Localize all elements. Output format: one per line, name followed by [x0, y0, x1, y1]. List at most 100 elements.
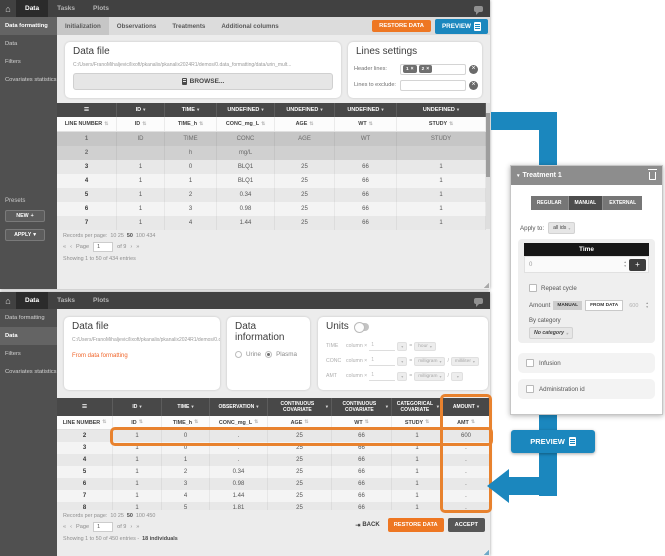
browse-button[interactable]: BROWSE...	[73, 73, 333, 90]
sort-icon[interactable]: ⇅	[261, 122, 265, 127]
prev-page-icon[interactable]: ‹	[70, 524, 72, 530]
administration-id-checkbox[interactable]	[526, 385, 534, 393]
sort-icon[interactable]: ⇅	[199, 122, 203, 127]
table-row[interactable]: 2hmg/L	[57, 146, 486, 160]
next-page-icon[interactable]: ›	[130, 244, 132, 250]
prev-page-icon[interactable]: ‹	[70, 244, 72, 250]
column-type-id[interactable]: ID▾	[117, 103, 165, 117]
last-page-icon[interactable]: »	[136, 524, 139, 530]
table-row[interactable]: 411BLQ125661	[57, 174, 486, 188]
sort-icon[interactable]: ⇅	[471, 420, 475, 425]
column-header-wt[interactable]: WT⇅	[332, 416, 392, 429]
column-type-time[interactable]: TIME▾	[165, 103, 217, 117]
header-line-chip[interactable]: 1×	[403, 65, 417, 73]
sort-icon[interactable]: ⇅	[102, 420, 106, 425]
column-header-conc[interactable]: CONC_mg_L⇅	[210, 416, 268, 429]
amount-stepper[interactable]: ▴▾	[643, 302, 651, 308]
table-row[interactable]: 411.25661.	[57, 454, 490, 466]
table-row[interactable]: 310.25661.	[57, 442, 490, 454]
sidebar-item-data-formatting[interactable]: Data formatting	[0, 17, 57, 35]
unit-scale-select[interactable]: ▾	[397, 357, 407, 366]
sort-icon[interactable]: ⇅	[142, 122, 146, 127]
column-type-observation[interactable]: OBSERVATION▾	[210, 398, 268, 416]
resize-grip[interactable]	[483, 549, 489, 555]
page-input[interactable]: 1	[93, 522, 113, 532]
restore-data-button[interactable]: RESTORE DATA	[388, 518, 444, 532]
menu-icon[interactable]: ≡	[84, 104, 89, 115]
column-type-undefined[interactable]: UNDEFINED▾	[217, 103, 275, 117]
clear-header-lines-icon[interactable]: ×	[469, 65, 478, 74]
subtab-additional-columns[interactable]: Additional columns	[213, 17, 286, 35]
column-header-study[interactable]: STUDY⇅	[397, 117, 486, 131]
tab-data[interactable]: Data	[16, 292, 48, 309]
amount-value-input[interactable]: 600	[629, 303, 638, 309]
unit-value-input[interactable]: 1	[369, 357, 395, 366]
sort-icon[interactable]: ⇅	[365, 420, 369, 425]
sort-icon[interactable]: ⇅	[139, 420, 143, 425]
table-row[interactable]: 7141.4425661.	[57, 490, 490, 502]
home-icon[interactable]: ⌂	[0, 0, 16, 17]
last-page-icon[interactable]: »	[136, 244, 139, 250]
add-dose-button[interactable]: +	[629, 259, 646, 271]
table-menu-cell[interactable]: ≡	[57, 103, 117, 117]
column-type-undefined[interactable]: UNDEFINED▾	[275, 103, 335, 117]
treatment-header[interactable]: ▾ Treatment 1	[511, 166, 662, 185]
preview-button[interactable]: PREVIEW	[435, 19, 488, 34]
column-header-id[interactable]: ID⇅	[113, 416, 162, 429]
tab-tasks[interactable]: Tasks	[48, 0, 84, 17]
records-options[interactable]: 100 434	[136, 233, 156, 239]
first-page-icon[interactable]: «	[63, 244, 66, 250]
apply-preset-button[interactable]: APPLY▾	[5, 229, 45, 241]
records-selected[interactable]: 50	[127, 233, 133, 239]
column-type-id[interactable]: ID▾	[113, 398, 162, 416]
urine-radio[interactable]	[235, 351, 242, 358]
column-type-amount[interactable]: AMOUNT▾	[443, 398, 490, 416]
tab-plots[interactable]: Plots	[84, 292, 118, 309]
mode-regular-button[interactable]: REGULAR	[531, 196, 568, 210]
page-input[interactable]: 1	[93, 242, 113, 252]
records-options[interactable]: 100 450	[136, 513, 156, 519]
table-row[interactable]: 6130.9825661	[57, 202, 486, 216]
new-preset-button[interactable]: NEW+	[5, 210, 45, 222]
lines-exclude-input[interactable]	[400, 80, 466, 91]
table-row[interactable]: 5120.3425661.	[57, 466, 490, 478]
collapse-caret-icon[interactable]: ▾	[517, 173, 520, 179]
feedback-bubble-icon[interactable]	[474, 298, 483, 304]
column-type-continuous-covariate[interactable]: CONTINUOUS COVARIATE▾	[332, 398, 392, 416]
menu-icon[interactable]: ≡	[82, 401, 87, 412]
column-header-age[interactable]: AGE⇅	[275, 117, 335, 131]
tab-data[interactable]: Data	[16, 0, 48, 17]
sidebar-item-filters[interactable]: Filters	[0, 345, 57, 363]
remove-icon[interactable]: ×	[411, 66, 414, 72]
mode-manual-button[interactable]: MANUAL	[568, 196, 603, 210]
table-row[interactable]: 5120.3425661	[57, 188, 486, 202]
column-header-line-number[interactable]: LINE NUMBER⇅	[57, 117, 117, 131]
back-button[interactable]: ⇥BACK	[351, 519, 383, 532]
sort-icon[interactable]: ⇅	[304, 420, 308, 425]
restore-data-button[interactable]: RESTORE DATA	[372, 20, 431, 32]
column-header-conc[interactable]: CONC_mg_L⇅	[217, 117, 275, 131]
sort-icon[interactable]: ⇅	[369, 122, 373, 127]
unit-scale-select[interactable]: ▾	[397, 372, 407, 381]
resize-grip[interactable]	[483, 282, 489, 288]
sidebar-item-data[interactable]: Data	[0, 35, 57, 53]
plasma-radio[interactable]	[265, 351, 272, 358]
next-page-icon[interactable]: ›	[130, 524, 132, 530]
sort-icon[interactable]: ⇅	[104, 122, 108, 127]
repeat-cycle-checkbox[interactable]	[529, 284, 537, 292]
unit-value-input[interactable]: 1	[369, 342, 395, 351]
accept-button[interactable]: ACCEPT	[448, 518, 485, 532]
units-toggle[interactable]	[354, 323, 369, 331]
column-header-line-number[interactable]: LINE NUMBER⇅	[57, 416, 113, 429]
tab-plots[interactable]: Plots	[84, 0, 118, 17]
header-line-chip[interactable]: 2×	[419, 65, 433, 73]
records-selected[interactable]: 50	[127, 513, 133, 519]
column-header-time[interactable]: TIME_h⇅	[165, 117, 217, 131]
table-scrollbar[interactable]	[486, 103, 490, 229]
mode-external-button[interactable]: EXTERNAL	[602, 196, 642, 210]
column-header-time[interactable]: TIME_h⇅	[162, 416, 210, 429]
subtab-observations[interactable]: Observations	[109, 17, 165, 35]
sidebar-item-data-formatting[interactable]: Data formatting	[0, 309, 57, 327]
sort-icon[interactable]: ⇅	[254, 420, 258, 425]
sidebar-item-filters[interactable]: Filters	[0, 53, 57, 71]
